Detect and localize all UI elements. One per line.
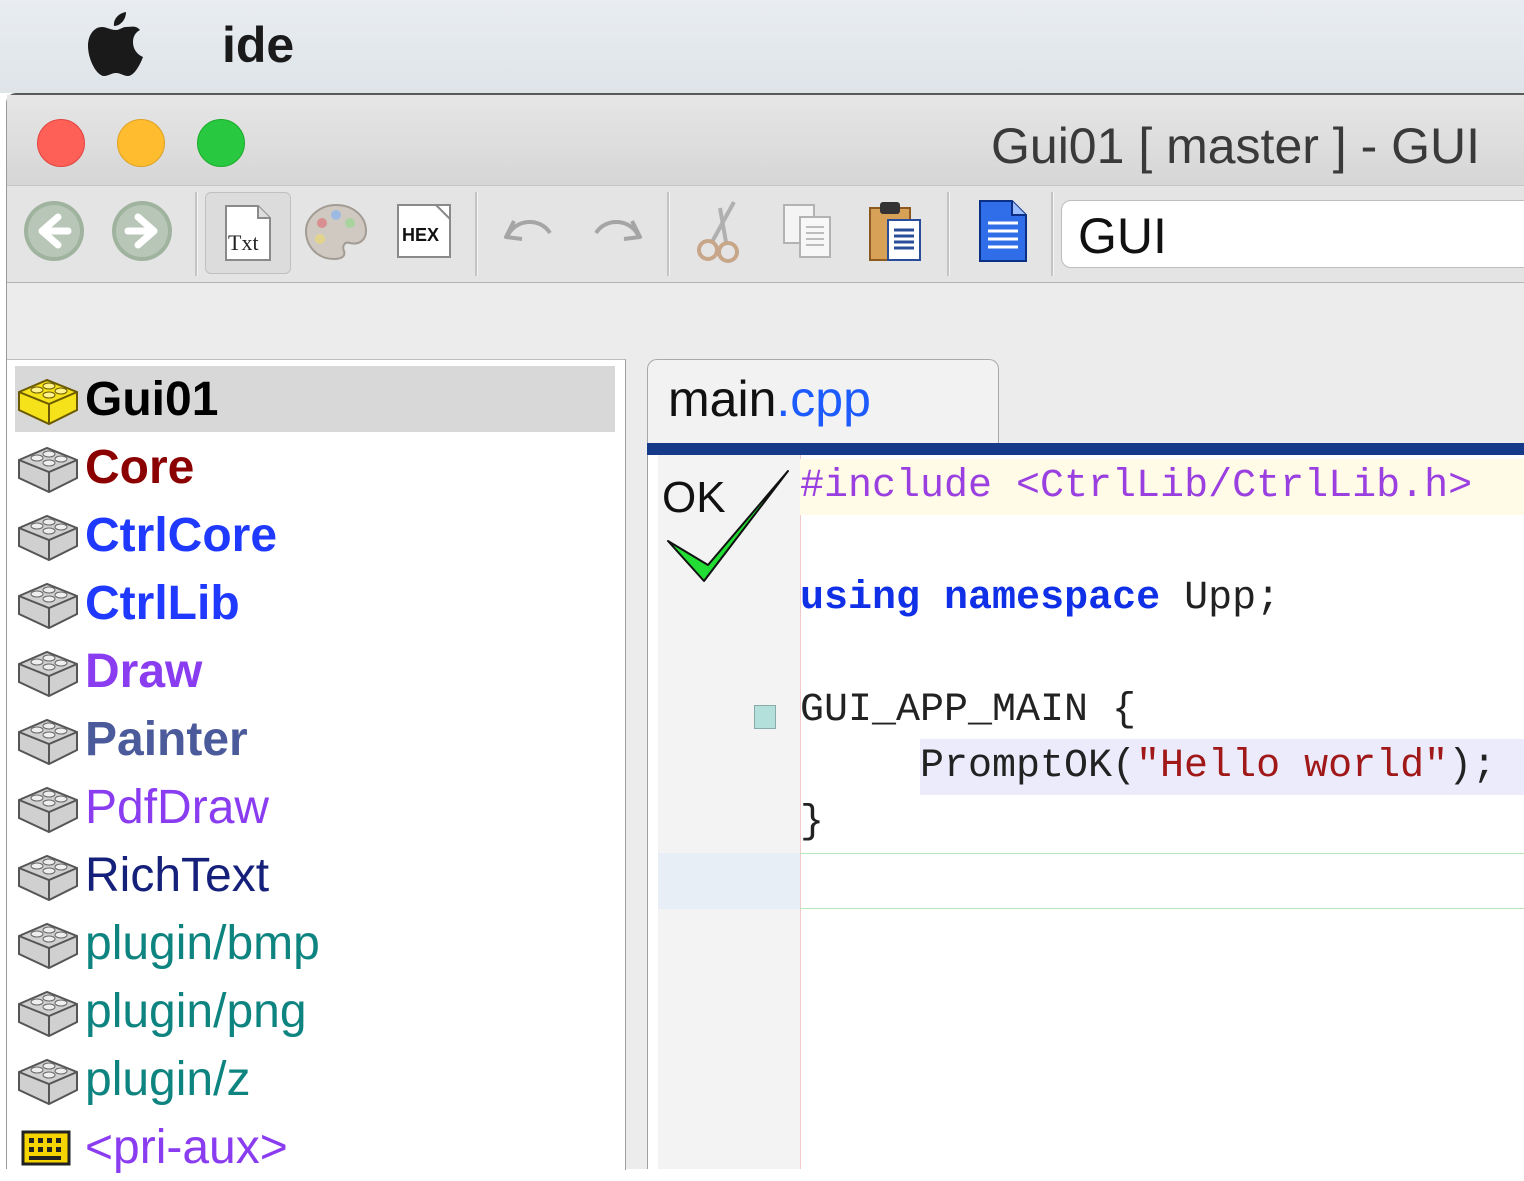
palette-button[interactable] xyxy=(303,198,369,264)
undo-button[interactable] xyxy=(497,198,563,264)
hex-view-button[interactable]: HEX xyxy=(391,198,457,264)
package-item[interactable]: Core xyxy=(15,434,615,500)
package-name: Draw xyxy=(85,644,203,698)
tab-file-ext: .cpp xyxy=(776,371,871,427)
zoom-window-button[interactable] xyxy=(197,119,245,167)
package-icon xyxy=(15,438,81,496)
redo-icon xyxy=(594,220,642,241)
forward-button[interactable] xyxy=(109,198,175,264)
package-item[interactable]: Gui01 xyxy=(15,366,615,432)
document-icon xyxy=(979,200,1027,262)
aux-icon xyxy=(15,1118,81,1176)
fold-marker-icon[interactable] xyxy=(754,705,776,729)
package-item[interactable]: PdfDraw xyxy=(15,774,615,840)
code-line-6: PromptOK("Hello world"); xyxy=(920,744,1497,789)
package-name: RichText xyxy=(85,848,270,902)
package-icon xyxy=(15,642,81,700)
file-button[interactable] xyxy=(969,198,1035,264)
tab-file-name: main xyxy=(668,371,777,427)
package-icon xyxy=(15,982,81,1040)
redo-button[interactable] xyxy=(583,198,649,264)
package-name: PdfDraw xyxy=(85,780,270,834)
minimize-window-button[interactable] xyxy=(117,119,165,167)
hex-view-icon: HEX xyxy=(397,204,451,258)
package-icon xyxy=(15,574,81,632)
package-item[interactable]: plugin/bmp xyxy=(15,910,615,976)
back-icon xyxy=(24,201,84,261)
package-icon xyxy=(15,778,81,836)
title-bar: Gui01 [ master ] - GUI xyxy=(7,95,1524,185)
package-icon xyxy=(15,710,81,768)
package-icon xyxy=(15,914,81,972)
forward-icon xyxy=(112,201,172,261)
code-line-7: } xyxy=(800,800,825,845)
paste-button[interactable] xyxy=(863,198,929,264)
package-icon xyxy=(15,1050,81,1108)
package-item[interactable]: <pri-aux> xyxy=(15,1114,615,1180)
package-name: plugin/bmp xyxy=(85,916,320,970)
current-line-highlight xyxy=(800,853,1524,909)
copy-icon xyxy=(783,204,831,258)
editor-gutter[interactable]: OK xyxy=(658,455,801,1169)
package-name: Painter xyxy=(85,712,248,766)
txt-view-icon: Txt xyxy=(225,205,271,261)
package-yellow-icon xyxy=(15,370,81,428)
build-status-label: OK xyxy=(662,473,726,522)
code-line-1: #include <CtrlLib/CtrlLib.h> xyxy=(800,459,1524,515)
package-item[interactable]: plugin/z xyxy=(15,1046,615,1112)
package-name: Core xyxy=(85,440,195,494)
code-line-3: using namespace Upp; xyxy=(800,576,1281,621)
undo-icon xyxy=(504,220,552,241)
package-item[interactable]: RichText xyxy=(15,842,615,908)
build-config-value: GUI xyxy=(1078,208,1167,264)
toolbar: Txt HEX GUI xyxy=(7,185,1524,283)
package-name: plugin/png xyxy=(85,984,307,1038)
package-name: plugin/z xyxy=(85,1052,251,1106)
ide-window: Gui01 [ master ] - GUI Txt HEX GUI Gui01… xyxy=(6,93,1524,1174)
package-icon xyxy=(15,506,81,564)
copy-button[interactable] xyxy=(775,198,841,264)
apple-logo-icon[interactable] xyxy=(88,10,144,78)
close-window-button[interactable] xyxy=(37,119,85,167)
app-menu-name[interactable]: ide xyxy=(222,16,294,74)
package-name: CtrlCore xyxy=(85,508,278,562)
code-editor[interactable]: OK #include <CtrlLib/CtrlLib.h> using na… xyxy=(647,455,1524,1169)
svg-text:Txt: Txt xyxy=(228,230,259,255)
package-list: Gui01 Core CtrlCore CtrlLib Draw Painter PdfDr… xyxy=(7,359,626,1174)
svg-text:HEX: HEX xyxy=(402,225,439,245)
package-item[interactable]: CtrlCore xyxy=(15,502,615,568)
package-item[interactable]: CtrlLib xyxy=(15,570,615,636)
code-line-5: GUI_APP_MAIN { xyxy=(800,688,1137,733)
back-button[interactable] xyxy=(21,198,87,264)
menu-bar: ide xyxy=(0,0,1524,93)
build-config-field[interactable]: GUI xyxy=(1061,200,1524,268)
package-item[interactable]: plugin/png xyxy=(15,978,615,1044)
code-area[interactable]: #include <CtrlLib/CtrlLib.h> using names… xyxy=(800,455,1524,1169)
tab-underline xyxy=(647,443,1524,455)
package-name: <pri-aux> xyxy=(85,1120,288,1174)
tab-main-cpp[interactable]: main.cpp xyxy=(647,359,999,443)
cut-button[interactable] xyxy=(687,198,753,264)
window-title: Gui01 [ master ] - GUI xyxy=(991,118,1481,174)
package-item[interactable]: Draw xyxy=(15,638,615,704)
package-name: CtrlLib xyxy=(85,576,240,630)
editor-pane: main.cpp OK #include <CtrlLib/CtrlLib.h>… xyxy=(647,359,1524,1169)
txt-view-button[interactable]: Txt xyxy=(205,192,291,274)
package-name: Gui01 xyxy=(85,372,219,426)
paste-icon xyxy=(869,202,921,261)
package-icon xyxy=(15,846,81,904)
palette-icon xyxy=(304,203,368,261)
cut-icon xyxy=(697,201,739,263)
package-item[interactable]: Painter xyxy=(15,706,615,772)
